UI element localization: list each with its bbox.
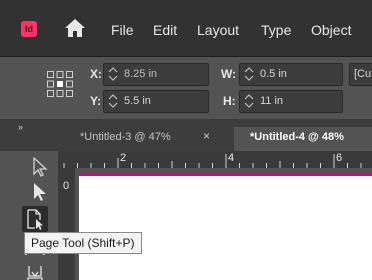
- w-label: W:: [221, 67, 237, 81]
- x-label: X:: [90, 67, 102, 81]
- x-field[interactable]: 8.25 in: [103, 63, 209, 86]
- stepper-icon[interactable]: [108, 93, 118, 109]
- margin-guide: [79, 174, 372, 176]
- y-label: Y:: [90, 94, 102, 108]
- menu-edit[interactable]: Edit: [153, 22, 177, 38]
- ruler-mark: 6: [336, 152, 343, 164]
- control-panel: X: 8.25 in Y: 5.5 in W: 0.5 in H: 11 in …: [0, 57, 372, 120]
- menu-file[interactable]: File: [111, 22, 134, 38]
- stepper-icon[interactable]: [244, 66, 254, 82]
- y-field[interactable]: 5.5 in: [103, 90, 209, 113]
- x-value: 8.25 in: [124, 68, 158, 80]
- stepper-icon[interactable]: [244, 93, 254, 109]
- app-logo-icon[interactable]: Id: [21, 21, 37, 37]
- tooltip: Page Tool (Shift+P): [24, 232, 142, 254]
- selection-tool-icon[interactable]: [29, 155, 51, 177]
- menu-type[interactable]: Type: [261, 22, 291, 38]
- tab-label-active: *Untitled-4 @ 48%: [250, 131, 344, 143]
- h-field[interactable]: 11 in: [239, 90, 343, 113]
- w-value: 0.5 in: [260, 68, 287, 80]
- ruler-mark: 0: [63, 180, 70, 192]
- indesign-window: Id File Edit Layout Type Object X: 8.25 …: [0, 0, 372, 280]
- menu-layout[interactable]: Layout: [197, 22, 239, 38]
- stepper-icon[interactable]: [108, 66, 118, 82]
- reference-value: [Cu: [354, 68, 372, 80]
- reference-point-icon[interactable]: [46, 70, 74, 98]
- h-value: 11 in: [260, 95, 284, 107]
- direct-selection-tool-icon[interactable]: [29, 180, 51, 202]
- home-icon[interactable]: [64, 18, 86, 38]
- page-tool-icon[interactable]: [24, 208, 46, 230]
- y-value: 5.5 in: [124, 95, 151, 107]
- document-canvas[interactable]: [79, 174, 372, 280]
- horizontal-ruler[interactable]: 2 4 6: [58, 151, 372, 168]
- h-label: H:: [223, 94, 236, 108]
- menu-object[interactable]: Object: [311, 22, 351, 38]
- w-field[interactable]: 0.5 in: [239, 63, 343, 86]
- vertical-ruler[interactable]: 0: [58, 168, 75, 280]
- panel-collapse-icon[interactable]: ››: [18, 122, 23, 132]
- ruler-mark: 2: [120, 152, 127, 164]
- close-icon[interactable]: ×: [203, 129, 210, 143]
- content-collector-icon[interactable]: [24, 262, 46, 280]
- tab-label: *Untitled-3 @ 47%: [80, 131, 171, 143]
- menu-bar: Id File Edit Layout Type Object: [0, 0, 372, 57]
- ruler-mark: 4: [228, 152, 235, 164]
- reference-field[interactable]: [Cu: [349, 63, 372, 86]
